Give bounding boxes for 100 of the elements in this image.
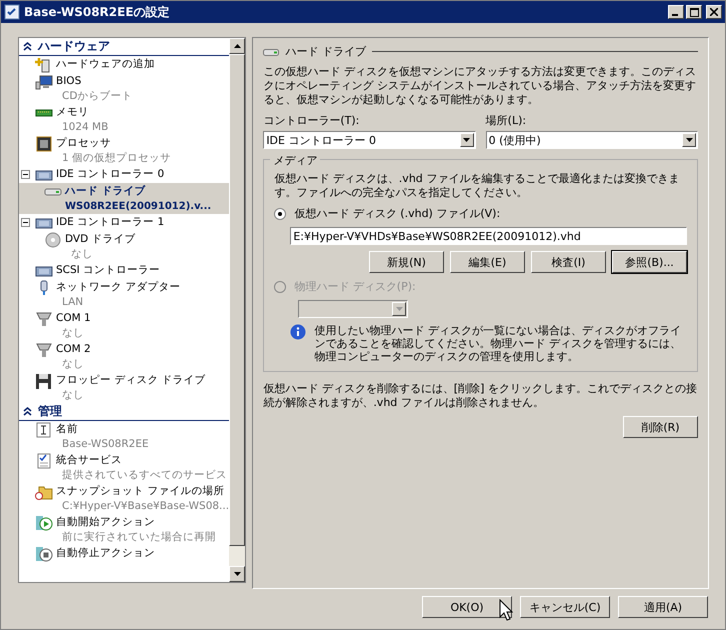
item-label: ハード ドライブ bbox=[65, 184, 146, 199]
path-field[interactable]: E:¥Hyper-V¥VHDs¥Base¥WS08R2EE(20091012).vhd bbox=[290, 227, 687, 245]
item-label: 自動停止アクション bbox=[56, 546, 155, 561]
item-label: SCSI コントローラー bbox=[56, 263, 160, 278]
controller-dropdown[interactable]: IDE コントローラー 0 bbox=[263, 131, 476, 149]
disk-dropdown[interactable] bbox=[298, 300, 408, 318]
collapse-chevron-icon bbox=[23, 407, 32, 416]
action-button[interactable]: 参照(B)... bbox=[612, 251, 687, 273]
maximize-icon bbox=[690, 8, 698, 16]
check-icon bbox=[35, 453, 53, 469]
tree-item[interactable]: ハードウェアの追加 bbox=[19, 56, 230, 73]
tree-item[interactable]: 名前 Base-WS08R2EE bbox=[19, 421, 230, 452]
maximize-button[interactable] bbox=[686, 5, 702, 19]
settings-window-icon bbox=[4, 4, 20, 20]
monitor-icon bbox=[35, 74, 53, 90]
item-detail: WS08R2EE(20091012).v... bbox=[65, 200, 212, 214]
drive-icon bbox=[263, 46, 280, 56]
dialog-button[interactable]: OK(O) bbox=[422, 596, 512, 618]
dialog-button[interactable]: キャンセル(C) bbox=[520, 596, 610, 618]
tree-item[interactable]: 自動開始アクション 前に実行されていた場合に再開 bbox=[19, 514, 230, 545]
tree-item[interactable]: スナップショット ファイルの場所 C:¥Hyper-V¥Base¥Base-WS08... bbox=[19, 483, 230, 514]
item-label: 統合サービス bbox=[56, 453, 122, 468]
tree-item[interactable]: ハード ドライブ WS08R2EE(20091012).v... bbox=[19, 183, 230, 214]
scroll-up-icon[interactable] bbox=[234, 44, 241, 48]
field-label: コントローラー(T): bbox=[263, 113, 360, 128]
media-description: 仮想ハード ディスクは、.vhd ファイルを編集することで最適化または変換できます。ファイルへの完全なパスを指定してください。 bbox=[274, 172, 680, 200]
item-label: ハードウェアの追加 bbox=[56, 57, 155, 72]
item-detail: Base-WS08R2EE bbox=[61, 437, 149, 452]
radio-option[interactable]: 仮想ハード ディスク (.vhd) ファイル(V): bbox=[274, 206, 687, 221]
item-detail: CDからブート bbox=[61, 89, 132, 104]
stop-icon bbox=[35, 546, 53, 562]
item-detail: LAN bbox=[61, 295, 84, 310]
tree-item[interactable]: 統合サービス 提供されているすべてのサービス bbox=[19, 452, 230, 483]
tree-item[interactable]: IDE コントローラー 0 bbox=[19, 166, 230, 183]
item-label: 名前 bbox=[56, 422, 78, 437]
window-title: Base-WS08R2EEの設定 bbox=[24, 4, 170, 20]
remove-note: 仮想ハード ディスクを削除するには、[削除] をクリックします。これでディスクとの接続が解除されますが、.vhd ファイルは削除されません。 bbox=[263, 382, 698, 410]
collapse-chevron-icon bbox=[23, 42, 32, 51]
close-icon bbox=[710, 8, 718, 16]
field-label: 場所(L): bbox=[486, 113, 528, 128]
section-header[interactable]: ハードウェア bbox=[19, 38, 230, 56]
tree-item[interactable]: メモリ 1024 MB bbox=[19, 104, 230, 135]
folder-icon bbox=[35, 484, 53, 500]
tree-item[interactable]: 自動停止アクション bbox=[19, 545, 230, 562]
tree-item[interactable]: プロセッサ 1 個の仮想プロセッサ bbox=[19, 135, 230, 166]
tree-item[interactable]: フロッピー ディスク ドライブ なし bbox=[19, 372, 230, 403]
item-label: メモリ bbox=[56, 105, 89, 120]
item-label: ネットワーク アダプター bbox=[56, 280, 180, 295]
tree-item[interactable]: COM 1 なし bbox=[19, 310, 230, 341]
item-detail: なし bbox=[70, 247, 93, 262]
scroll-down-icon[interactable] bbox=[234, 572, 241, 576]
item-label: フロッピー ディスク ドライブ bbox=[56, 373, 206, 388]
dropdown-arrow-icon bbox=[463, 138, 470, 142]
minimize-button[interactable] bbox=[668, 5, 684, 19]
item-detail: 提供されているすべてのサービス bbox=[61, 468, 227, 483]
tree-item[interactable]: DVD ドライブ なし bbox=[19, 231, 230, 262]
action-button[interactable]: 新規(N) bbox=[369, 251, 444, 273]
action-button[interactable]: 編集(E) bbox=[450, 251, 525, 273]
item-label: 自動開始アクション bbox=[56, 515, 155, 530]
item-detail: 1 個の仮想プロセッサ bbox=[61, 151, 172, 166]
close-button[interactable] bbox=[706, 5, 722, 19]
item-label: COM 2 bbox=[56, 342, 91, 357]
item-label: IDE コントローラー 0 bbox=[56, 167, 164, 182]
location-dropdown[interactable]: 0 (使用中) bbox=[486, 131, 698, 149]
floppy-icon bbox=[35, 373, 53, 389]
item-label: スナップショット ファイルの場所 bbox=[56, 484, 224, 499]
item-detail: なし bbox=[61, 388, 84, 403]
action-button[interactable]: 検査(I) bbox=[531, 251, 606, 273]
remove-button[interactable]: 削除(R) bbox=[623, 416, 698, 438]
dropdown-arrow-icon bbox=[686, 138, 692, 142]
panel-title: ハード ドライブ bbox=[285, 44, 366, 59]
tree-item[interactable]: SCSI コントローラー bbox=[19, 262, 230, 279]
tree-toggle-icon[interactable] bbox=[21, 218, 30, 227]
item-label: IDE コントローラー 1 bbox=[56, 215, 164, 230]
scrollbar[interactable] bbox=[229, 38, 246, 582]
item-label: プロセッサ bbox=[56, 136, 111, 151]
item-detail: なし bbox=[61, 326, 84, 341]
disc-icon bbox=[44, 232, 62, 248]
tree-item[interactable]: COM 2 なし bbox=[19, 341, 230, 372]
play-icon bbox=[35, 515, 53, 531]
dialog-button[interactable]: 適用(A) bbox=[618, 596, 708, 618]
section-header[interactable]: 管理 bbox=[19, 403, 230, 421]
cpu-icon bbox=[35, 136, 53, 152]
item-detail: なし bbox=[61, 357, 84, 372]
dropdown-arrow-icon bbox=[396, 307, 403, 311]
item-detail: 前に実行されていた場合に再開 bbox=[61, 530, 216, 545]
tree-toggle-icon[interactable] bbox=[21, 170, 30, 179]
item-detail: 1024 MB bbox=[61, 120, 108, 135]
tree-item[interactable]: IDE コントローラー 1 bbox=[19, 214, 230, 231]
item-label: BIOS bbox=[56, 74, 82, 89]
tree-item[interactable]: ネットワーク アダプター LAN bbox=[19, 279, 230, 310]
group-label: メディア bbox=[270, 153, 320, 168]
item-label: COM 1 bbox=[56, 311, 91, 326]
tree-item[interactable]: BIOS CDからブート bbox=[19, 73, 230, 104]
info-icon bbox=[290, 324, 306, 340]
item-label: DVD ドライブ bbox=[65, 232, 136, 247]
info-text: 使用したい物理ハード ディスクが一覧にない場合は、ディスクがオフラインであることを確認してください。物理ハード ディスクを管理するには、物理コンピューターのディスクの管理を使用します。 bbox=[314, 324, 682, 363]
radio-icon[interactable] bbox=[274, 208, 286, 220]
item-detail: C:¥Hyper-V¥Base¥Base-WS08... bbox=[61, 499, 230, 514]
mouse-cursor-icon bbox=[499, 599, 513, 621]
